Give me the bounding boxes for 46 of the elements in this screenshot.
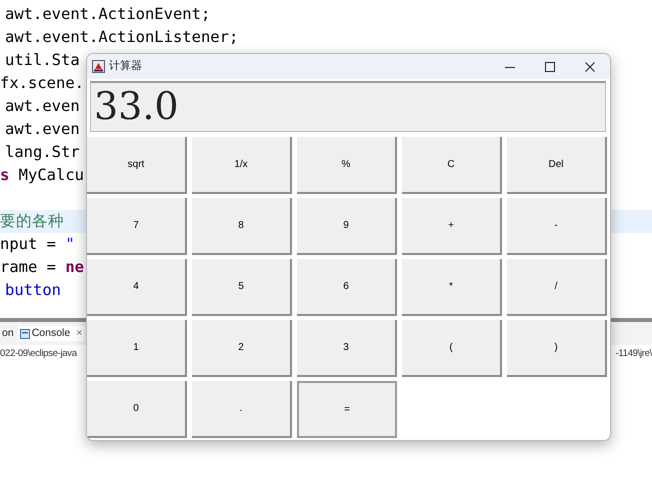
calculator-key[interactable]: . [192, 381, 292, 438]
calculator-key[interactable]: 2 [192, 320, 292, 377]
console-tab[interactable]: on [0, 326, 16, 342]
calculator-key[interactable]: 3 [297, 320, 397, 377]
calculator-key[interactable]: 0 [87, 381, 187, 438]
calculator-key[interactable]: % [297, 137, 397, 194]
calculator-key[interactable]: 1 [87, 320, 187, 377]
calculator-key[interactable]: C [402, 137, 502, 194]
code-line: awt.even [4, 96, 80, 117]
code-line: nput = " [0, 234, 75, 255]
calculator-key[interactable]: 9 [297, 198, 397, 255]
code-line: awt.event.ActionEvent; [4, 4, 210, 25]
console-path: 022-09\eclipse-java [0, 347, 77, 361]
code-line: button [4, 280, 61, 301]
calculator-key[interactable]: - [507, 198, 607, 255]
calculator-key[interactable]: Del [507, 137, 607, 194]
code-line: fx.scene. [0, 73, 84, 94]
calculator-key[interactable]: * [402, 259, 502, 316]
calculator-key[interactable]: 1/x [192, 137, 292, 194]
code-line: awt.event.ActionListener; [4, 27, 238, 48]
display-field: 33.0 [90, 81, 606, 132]
code-line: s MyCalcu [0, 165, 84, 186]
code-line: 要的各种 [0, 212, 64, 230]
calculator-key[interactable]: = [297, 381, 397, 438]
calculator-key[interactable]: 5 [192, 259, 292, 316]
console-tab[interactable]: Console × [18, 326, 84, 342]
code-line: rame = ne [0, 257, 84, 278]
console-icon [20, 328, 30, 338]
close-button[interactable] [585, 62, 595, 72]
calculator-key[interactable]: 4 [87, 259, 187, 316]
calculator-key[interactable]: 7 [87, 198, 187, 255]
code-line: awt.even [4, 119, 80, 140]
calculator-key[interactable]: / [507, 259, 607, 316]
calculator-key[interactable]: + [402, 198, 502, 255]
calculator-key[interactable]: ) [507, 320, 607, 377]
calculator-key[interactable]: 8 [192, 198, 292, 255]
calculator-key[interactable]: sqrt [87, 137, 187, 194]
calculator-key[interactable]: ( [402, 320, 502, 377]
maximize-button[interactable] [545, 62, 555, 72]
console-path: -1149\jre\ [616, 347, 652, 361]
app-icon [92, 60, 105, 73]
close-tab-button[interactable]: × [76, 326, 82, 342]
code-line: util.Sta [4, 50, 80, 71]
calculator-key[interactable]: 6 [297, 259, 397, 316]
code-line: lang.Str [4, 142, 80, 163]
window-title: 计算器 [109, 58, 142, 74]
